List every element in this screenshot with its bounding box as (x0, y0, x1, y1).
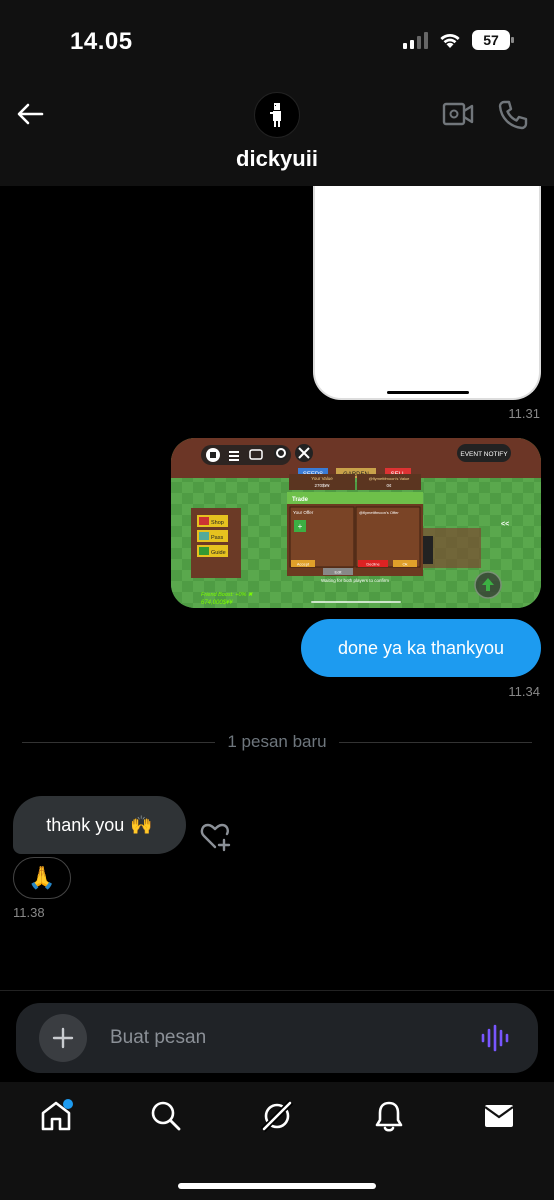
battery-indicator: 57 (472, 30, 514, 50)
arrow-left-icon (17, 103, 44, 125)
status-bar: 14.05 57 (0, 0, 554, 80)
nav-messages[interactable] (479, 1096, 519, 1136)
new-messages-label: 1 pesan baru (227, 732, 327, 751)
trade-title: Trade (292, 497, 309, 503)
money-text: 674,000$¥¥ (201, 600, 233, 606)
video-call-button[interactable] (440, 98, 476, 130)
nav-notifications[interactable] (369, 1096, 409, 1136)
game-waiting-text: Waiting for both players to confirm (321, 578, 389, 583)
incoming-message-bubble[interactable]: thank you 🙌 (13, 796, 186, 854)
voice-call-button[interactable] (496, 98, 532, 132)
nav-search[interactable] (146, 1096, 186, 1136)
video-camera-icon (442, 102, 474, 126)
heart-plus-icon (200, 823, 231, 852)
svg-text:+: + (298, 522, 303, 531)
other-value: 0¢ (386, 483, 392, 488)
game-decline-button: Decline (366, 562, 380, 567)
avatar[interactable] (254, 92, 300, 138)
plus-icon (52, 1027, 74, 1049)
nav-home[interactable] (36, 1096, 76, 1136)
add-reaction-button[interactable] (198, 820, 232, 854)
reaction-pill[interactable]: 🙏 (13, 857, 71, 899)
game-edit-button: Edit (335, 570, 343, 575)
image-message[interactable] (313, 186, 541, 400)
friend-boost-text: Friend Boost: +0% ✖ (201, 592, 253, 598)
game-collapse-arrows: << (501, 521, 509, 528)
cellular-signal-icon (403, 31, 428, 49)
phone-icon (498, 100, 528, 130)
composer (16, 1003, 538, 1073)
divider-line (338, 741, 532, 743)
avatar-figure-icon (270, 103, 281, 127)
status-icons: 57 (403, 30, 514, 50)
grok-icon (260, 1099, 294, 1133)
message-text: thank you (46, 814, 125, 835)
event-notify-button: EVENT NOTIFY (460, 451, 508, 458)
bell-icon (375, 1101, 403, 1132)
message-input[interactable] (110, 1023, 450, 1053)
message-timestamp: 11.38 (13, 905, 45, 920)
your-value-label: Your Value (311, 476, 333, 481)
home-icon (41, 1099, 73, 1131)
waveform-icon (481, 1024, 509, 1052)
new-messages-divider: 1 pesan baru (22, 732, 532, 752)
status-time: 14.05 (70, 28, 133, 55)
wifi-icon (440, 33, 460, 48)
voice-message-button[interactable] (480, 1023, 512, 1053)
chat-header: dickyuii (0, 80, 554, 186)
folded-hands-emoji: 🙏 (28, 865, 56, 890)
game-accept-button: Accept (297, 562, 310, 567)
search-icon (151, 1101, 181, 1131)
outgoing-message-bubble[interactable]: done ya ka thankyou (301, 619, 541, 677)
divider-line (22, 741, 216, 743)
message-timestamp: 11.31 (508, 406, 540, 421)
game-menu-guide: Guide (211, 550, 226, 556)
screenshot-home-bar (387, 391, 469, 394)
game-menu-shop: Shop (211, 520, 224, 526)
game-screenshot-message[interactable]: EVENT NOTIFY SEEDS GARDEN SELL Your Valu… (171, 438, 541, 608)
other-offer-label: @flymettfmoon's Offer (359, 510, 399, 515)
game-menu-pass: Pass (211, 535, 223, 541)
contact-name[interactable]: dickyuii (0, 146, 554, 172)
your-offer-label: Your Offer (293, 510, 314, 515)
add-attachment-button[interactable] (39, 1014, 87, 1062)
back-button[interactable] (12, 96, 48, 132)
nav-grok[interactable] (257, 1096, 297, 1136)
game-ok-button: Ok (402, 562, 407, 567)
notification-dot (63, 1099, 73, 1109)
composer-bar (0, 990, 554, 1082)
message-text: done ya ka thankyou (337, 637, 505, 658)
message-timestamp: 11.34 (508, 684, 540, 699)
other-value-label: @flymettfmoon's Value (369, 476, 411, 481)
home-indicator[interactable] (178, 1183, 376, 1189)
your-value: 270$¥¥ (314, 483, 330, 488)
raising-hands-emoji: 🙌 (130, 814, 153, 835)
mail-icon (484, 1105, 514, 1127)
